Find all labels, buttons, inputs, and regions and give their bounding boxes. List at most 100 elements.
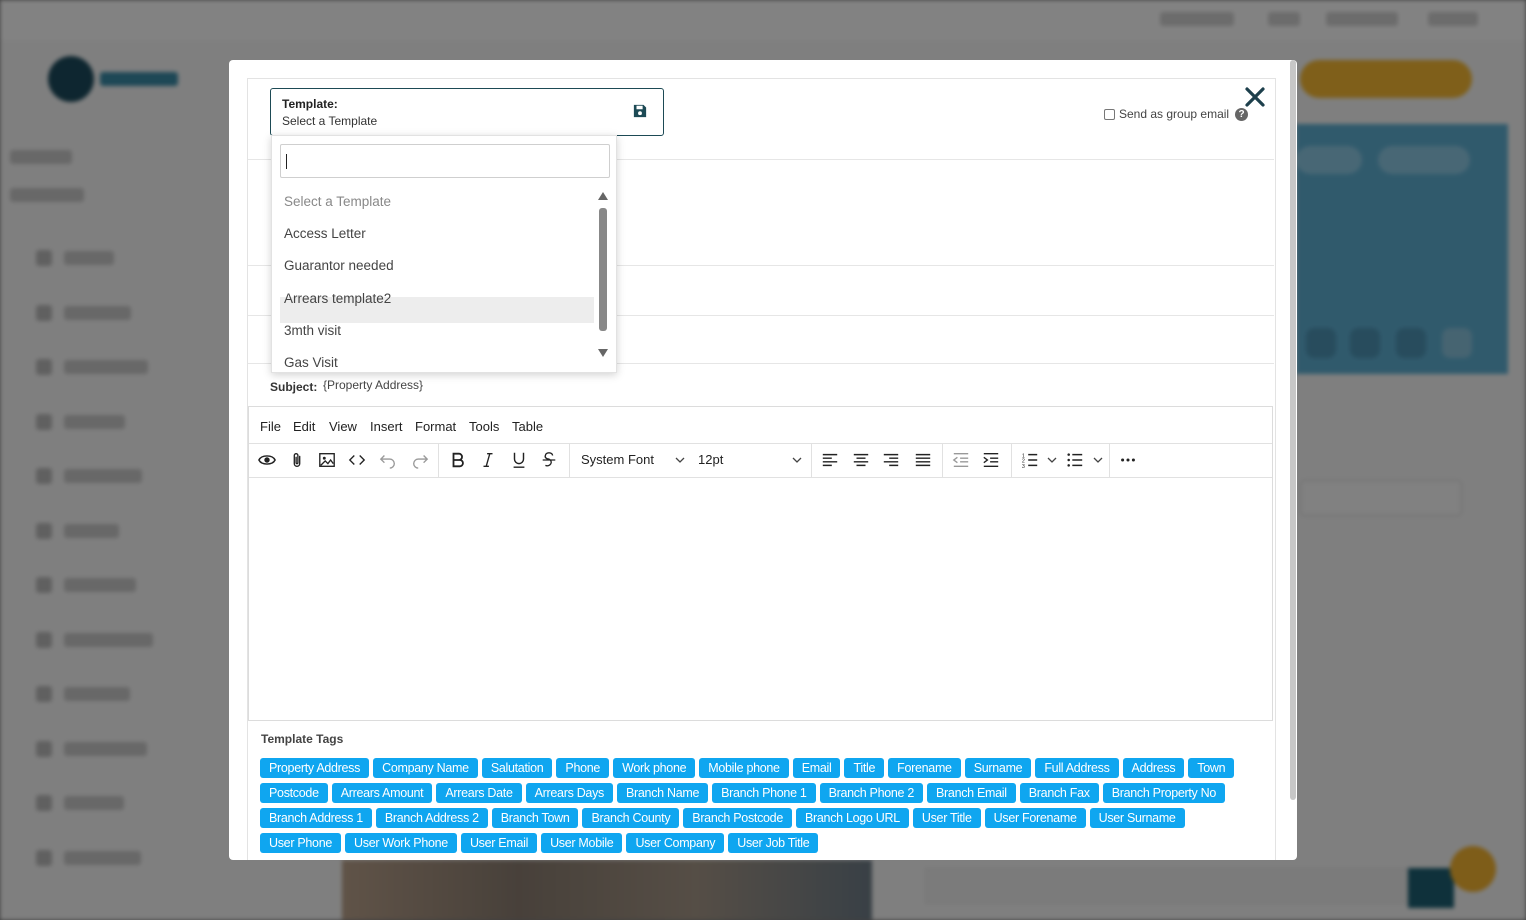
- template-tag[interactable]: User Company: [626, 833, 725, 853]
- indent-icon[interactable]: [981, 450, 1001, 470]
- align-center-icon[interactable]: [851, 450, 871, 470]
- option-guarantor-needed[interactable]: Guarantor needed: [284, 258, 394, 273]
- close-icon[interactable]: [1243, 85, 1267, 109]
- template-tag[interactable]: User Mobile: [541, 833, 623, 853]
- modal-scrollbar[interactable]: [1290, 60, 1296, 800]
- template-select[interactable]: Template: Select a Template: [270, 88, 664, 136]
- template-tag[interactable]: Surname: [964, 758, 1032, 778]
- template-tag[interactable]: User Job Title: [728, 833, 819, 853]
- menu-edit[interactable]: Edit: [293, 419, 315, 434]
- chevron-down-icon[interactable]: [792, 455, 802, 465]
- subject-input[interactable]: {Property Address}: [323, 378, 423, 392]
- template-tag[interactable]: Arrears Days: [525, 783, 613, 803]
- menu-tools[interactable]: Tools: [469, 419, 499, 434]
- bold-icon[interactable]: [448, 450, 468, 470]
- template-selected-value: Select a Template: [282, 114, 378, 128]
- template-tag[interactable]: Branch Name: [616, 783, 709, 803]
- preview-icon[interactable]: [257, 450, 277, 470]
- editor-toolbar: System Font 12pt 1 2 3: [249, 443, 1272, 478]
- template-tag[interactable]: Title: [844, 758, 885, 778]
- template-tag[interactable]: User Forename: [984, 808, 1086, 828]
- menu-insert[interactable]: Insert: [370, 419, 403, 434]
- save-icon[interactable]: [633, 104, 647, 118]
- template-tag[interactable]: Address: [1122, 758, 1185, 778]
- option-gas-visit[interactable]: Gas Visit: [284, 355, 338, 370]
- dropdown-scrollbar-thumb[interactable]: [599, 208, 607, 331]
- template-tag[interactable]: Property Address: [260, 758, 370, 778]
- menu-file[interactable]: File: [260, 419, 281, 434]
- template-tag[interactable]: Branch Address 1: [260, 808, 372, 828]
- template-tag[interactable]: Branch Address 2: [375, 808, 488, 828]
- editor-menubar: File Edit View Insert Format Tools Table: [249, 407, 1272, 444]
- option-access-letter[interactable]: Access Letter: [284, 226, 366, 241]
- strikethrough-icon[interactable]: [539, 450, 559, 470]
- template-tag[interactable]: Salutation: [481, 758, 553, 778]
- template-tag[interactable]: User Phone: [260, 833, 342, 853]
- template-search-input[interactable]: [280, 144, 610, 178]
- template-tag[interactable]: Company Name: [373, 758, 478, 778]
- chevron-down-icon[interactable]: [675, 455, 685, 465]
- template-tag[interactable]: Branch Property No: [1102, 783, 1226, 803]
- subject-label: Subject:: [270, 380, 318, 394]
- template-tag[interactable]: Forename: [888, 758, 961, 778]
- italic-icon[interactable]: [478, 450, 498, 470]
- align-left-icon[interactable]: [820, 450, 840, 470]
- outdent-icon[interactable]: [951, 450, 971, 470]
- template-label: Template:: [282, 97, 338, 111]
- option-3mth-visit[interactable]: 3mth visit: [284, 323, 341, 338]
- editor-content-area[interactable]: [249, 478, 1272, 720]
- template-tag[interactable]: User Surname: [1089, 808, 1185, 828]
- template-tag[interactable]: Arrears Date: [436, 783, 522, 803]
- chevron-down-icon[interactable]: [1093, 455, 1103, 465]
- template-tag[interactable]: Branch County: [582, 808, 680, 828]
- template-tag[interactable]: User Email: [460, 833, 538, 853]
- scroll-down-arrow-icon[interactable]: [598, 349, 608, 357]
- code-icon[interactable]: [347, 450, 367, 470]
- template-tag[interactable]: Branch Email: [927, 783, 1016, 803]
- template-tag[interactable]: User Title: [912, 808, 981, 828]
- font-family-select[interactable]: System Font: [581, 452, 654, 467]
- template-tag[interactable]: Branch Town: [491, 808, 579, 828]
- template-tag[interactable]: Full Address: [1035, 758, 1119, 778]
- toolbar-separator: [1011, 443, 1012, 477]
- text-caret: [286, 154, 287, 169]
- toolbar-separator: [569, 443, 570, 477]
- template-tag[interactable]: Town: [1188, 758, 1235, 778]
- template-tag[interactable]: Branch Postcode: [683, 808, 792, 828]
- scroll-up-arrow-icon[interactable]: [598, 192, 608, 200]
- template-tag[interactable]: Branch Phone 1: [712, 783, 816, 803]
- font-size-select[interactable]: 12pt: [698, 452, 723, 467]
- option-placeholder[interactable]: Select a Template: [284, 194, 391, 209]
- group-email-checkbox[interactable]: [1104, 108, 1115, 120]
- menu-table[interactable]: Table: [512, 419, 543, 434]
- more-icon[interactable]: [1118, 450, 1138, 470]
- underline-icon[interactable]: [509, 450, 529, 470]
- numbered-list-icon[interactable]: 123: [1020, 450, 1040, 470]
- template-tag[interactable]: Mobile phone: [699, 758, 789, 778]
- menu-format[interactable]: Format: [415, 419, 456, 434]
- toolbar-separator: [811, 443, 812, 477]
- attachment-icon[interactable]: [287, 450, 307, 470]
- align-right-icon[interactable]: [881, 450, 901, 470]
- template-tag[interactable]: Arrears Amount: [331, 783, 433, 803]
- redo-icon[interactable]: [410, 450, 430, 470]
- chevron-down-icon[interactable]: [1047, 455, 1057, 465]
- option-arrears-template2[interactable]: Arrears template2: [284, 291, 391, 306]
- help-icon[interactable]: ?: [1235, 107, 1249, 121]
- image-icon[interactable]: [317, 450, 337, 470]
- template-tag[interactable]: Branch Fax: [1019, 783, 1099, 803]
- undo-icon[interactable]: [378, 450, 398, 470]
- template-tag[interactable]: Email: [792, 758, 841, 778]
- menu-view[interactable]: View: [329, 419, 357, 434]
- template-tag[interactable]: User Work Phone: [345, 833, 457, 853]
- template-tag[interactable]: Phone: [556, 758, 610, 778]
- template-tag[interactable]: Branch Phone 2: [819, 783, 924, 803]
- template-tags-list: Property Address Company Name Salutation Ph…: [260, 758, 1260, 853]
- group-email-label: Send as group email: [1119, 107, 1230, 121]
- template-tag[interactable]: Work phone: [613, 758, 696, 778]
- bullet-list-icon[interactable]: [1065, 450, 1085, 470]
- align-justify-icon[interactable]: [913, 450, 933, 470]
- template-tag[interactable]: Postcode: [260, 783, 328, 803]
- template-tag[interactable]: Branch Logo URL: [795, 808, 909, 828]
- toolbar-separator: [438, 443, 439, 477]
